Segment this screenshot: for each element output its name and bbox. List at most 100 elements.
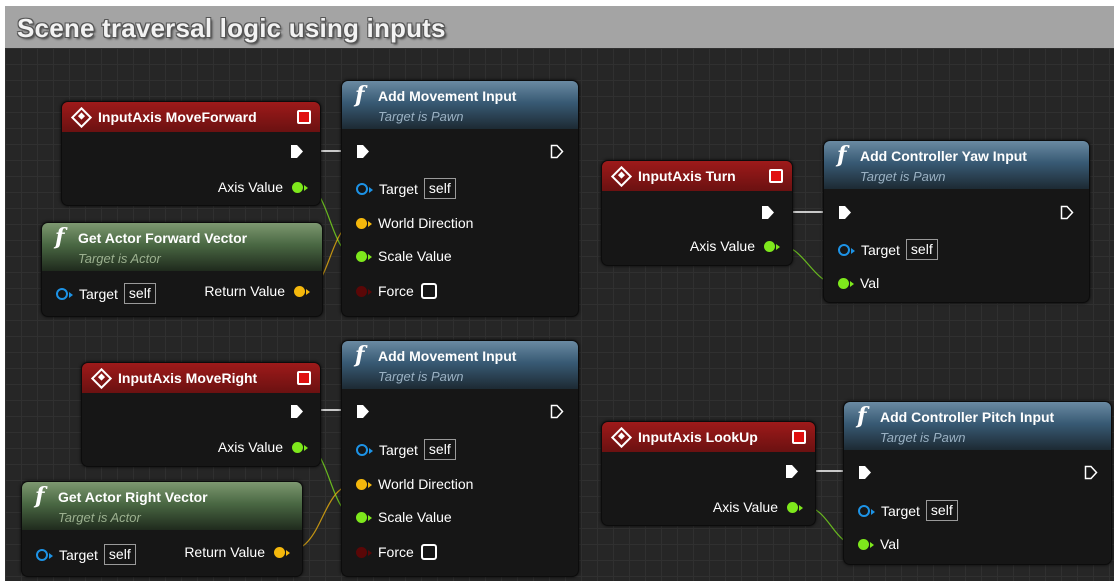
node-header: f Get Actor Right Vector Target is Actor (22, 482, 302, 530)
self-field[interactable]: self (123, 283, 156, 304)
target-pin[interactable]: Target self (356, 439, 456, 460)
pure-node-get-right-vector[interactable]: f Get Actor Right Vector Target is Actor… (21, 481, 303, 577)
function-node-add-controller-pitch-input[interactable]: f Add Controller Pitch Input Target is P… (843, 401, 1112, 565)
pin-label: Val (860, 275, 880, 291)
force-pin[interactable]: Force (356, 283, 437, 299)
pin-label: Scale Value (378, 248, 452, 264)
pin-label: Return Value (204, 283, 285, 299)
self-field[interactable]: self (423, 439, 456, 460)
exec-in-pin[interactable] (838, 205, 852, 220)
stop-icon (297, 110, 311, 124)
target-pin[interactable]: Target self (356, 178, 456, 199)
pin-label: Scale Value (378, 509, 452, 525)
float-pin-icon (356, 250, 372, 262)
self-field[interactable]: self (103, 544, 136, 565)
val-pin[interactable]: Val (838, 275, 879, 291)
function-icon: f (837, 142, 847, 168)
event-diamond-icon (90, 367, 113, 390)
bool-pin-icon (356, 285, 372, 297)
function-node-add-movement-input[interactable]: f Add Movement Input Target is Pawn Targ… (341, 340, 579, 577)
node-title: InputAxis Turn (638, 168, 736, 184)
target-pin[interactable]: Target self (36, 544, 136, 565)
float-pin-icon (787, 501, 803, 513)
target-pin[interactable]: Target self (56, 283, 156, 304)
return-value-pin[interactable]: Return Value (204, 283, 310, 299)
exec-in-pin[interactable] (356, 144, 370, 159)
return-value-pin[interactable]: Return Value (184, 544, 290, 560)
exec-out-pin[interactable] (290, 144, 304, 159)
node-subtitle: Target is Actor (78, 251, 161, 266)
world-direction-pin[interactable]: World Direction (356, 215, 473, 231)
axis-value-pin[interactable]: Axis Value (689, 238, 780, 254)
exec-out-pin[interactable] (290, 404, 304, 419)
node-header: f Add Movement Input Target is Pawn (342, 81, 578, 129)
float-pin-icon (292, 441, 308, 453)
stop-icon (297, 371, 311, 385)
pin-label: Target (379, 441, 418, 458)
force-pin[interactable]: Force (356, 544, 437, 560)
node-title: InputAxis MoveForward (98, 109, 257, 125)
exec-in-pin[interactable] (356, 404, 370, 419)
pin-label: Force (378, 544, 414, 560)
self-field[interactable]: self (905, 239, 938, 260)
exec-out-pin[interactable] (761, 205, 775, 220)
exec-out-pin[interactable] (550, 404, 564, 419)
blueprint-editor: Scene traversal logic using inputs Input… (0, 0, 1114, 581)
pin-label: Axis Value (217, 439, 283, 455)
vector-pin-icon (274, 546, 290, 558)
node-title: Add Controller Pitch Input (880, 409, 1055, 425)
scale-value-pin[interactable]: Scale Value (356, 509, 452, 525)
pin-label: Return Value (184, 544, 265, 560)
node-title: Get Actor Forward Vector (78, 230, 248, 246)
pure-node-get-forward-vector[interactable]: f Get Actor Forward Vector Target is Act… (41, 222, 323, 317)
pin-label: Val (880, 536, 900, 552)
event-node-lookup[interactable]: InputAxis LookUp Axis Value (601, 421, 816, 526)
node-subtitle: Target is Pawn (378, 109, 464, 124)
exec-in-pin[interactable] (858, 465, 872, 480)
self-field[interactable]: self (423, 178, 456, 199)
node-subtitle: Target is Pawn (880, 430, 966, 445)
axis-value-pin[interactable]: Axis Value (218, 179, 308, 195)
force-checkbox[interactable] (420, 283, 437, 299)
node-header: InputAxis LookUp (602, 422, 815, 452)
pin-label: Axis Value (689, 238, 755, 254)
pin-label: Force (378, 283, 414, 299)
node-title: Add Movement Input (378, 348, 517, 364)
target-pin[interactable]: Target self (858, 500, 958, 521)
exec-out-pin[interactable] (550, 144, 564, 159)
node-subtitle: Target is Pawn (860, 169, 946, 184)
target-pin[interactable]: Target self (838, 239, 938, 260)
exec-out-pin[interactable] (785, 464, 799, 479)
node-header: InputAxis Turn (602, 161, 792, 191)
scale-value-pin[interactable]: Scale Value (356, 248, 452, 264)
force-checkbox[interactable] (420, 544, 437, 560)
event-diamond-icon (610, 426, 633, 449)
float-pin-icon (356, 511, 372, 523)
val-pin[interactable]: Val (858, 536, 899, 552)
exec-out-pin[interactable] (1084, 465, 1098, 480)
comment-title: Scene traversal logic using inputs (17, 13, 446, 43)
node-header: InputAxis MoveRight (82, 363, 320, 393)
event-node-move-right[interactable]: InputAxis MoveRight Axis Value (81, 362, 321, 467)
function-icon: f (857, 403, 867, 429)
event-diamond-icon (610, 165, 633, 188)
self-field[interactable]: self (925, 500, 958, 521)
node-title: Add Movement Input (378, 88, 517, 104)
world-direction-pin[interactable]: World Direction (356, 476, 473, 492)
axis-value-pin[interactable]: Axis Value (217, 439, 308, 455)
pin-label: Target (379, 180, 418, 197)
exec-out-pin[interactable] (1060, 205, 1074, 220)
function-node-add-movement-input[interactable]: f Add Movement Input Target is Pawn Targ… (341, 80, 579, 317)
function-icon: f (355, 342, 365, 368)
function-node-add-controller-yaw-input[interactable]: f Add Controller Yaw Input Target is Paw… (823, 140, 1090, 303)
stop-icon (792, 430, 806, 444)
node-title: Add Controller Yaw Input (860, 148, 1027, 164)
object-pin-icon (356, 443, 373, 456)
comment-box-header[interactable]: Scene traversal logic using inputs (5, 6, 1114, 48)
axis-value-pin[interactable]: Axis Value (713, 499, 803, 515)
function-icon: f (35, 483, 45, 509)
node-header: f Add Controller Pitch Input Target is P… (844, 402, 1111, 450)
event-node-move-forward[interactable]: InputAxis MoveForward Axis Value (61, 101, 321, 206)
vector-pin-icon (356, 478, 372, 490)
event-node-turn[interactable]: InputAxis Turn Axis Value (601, 160, 793, 266)
